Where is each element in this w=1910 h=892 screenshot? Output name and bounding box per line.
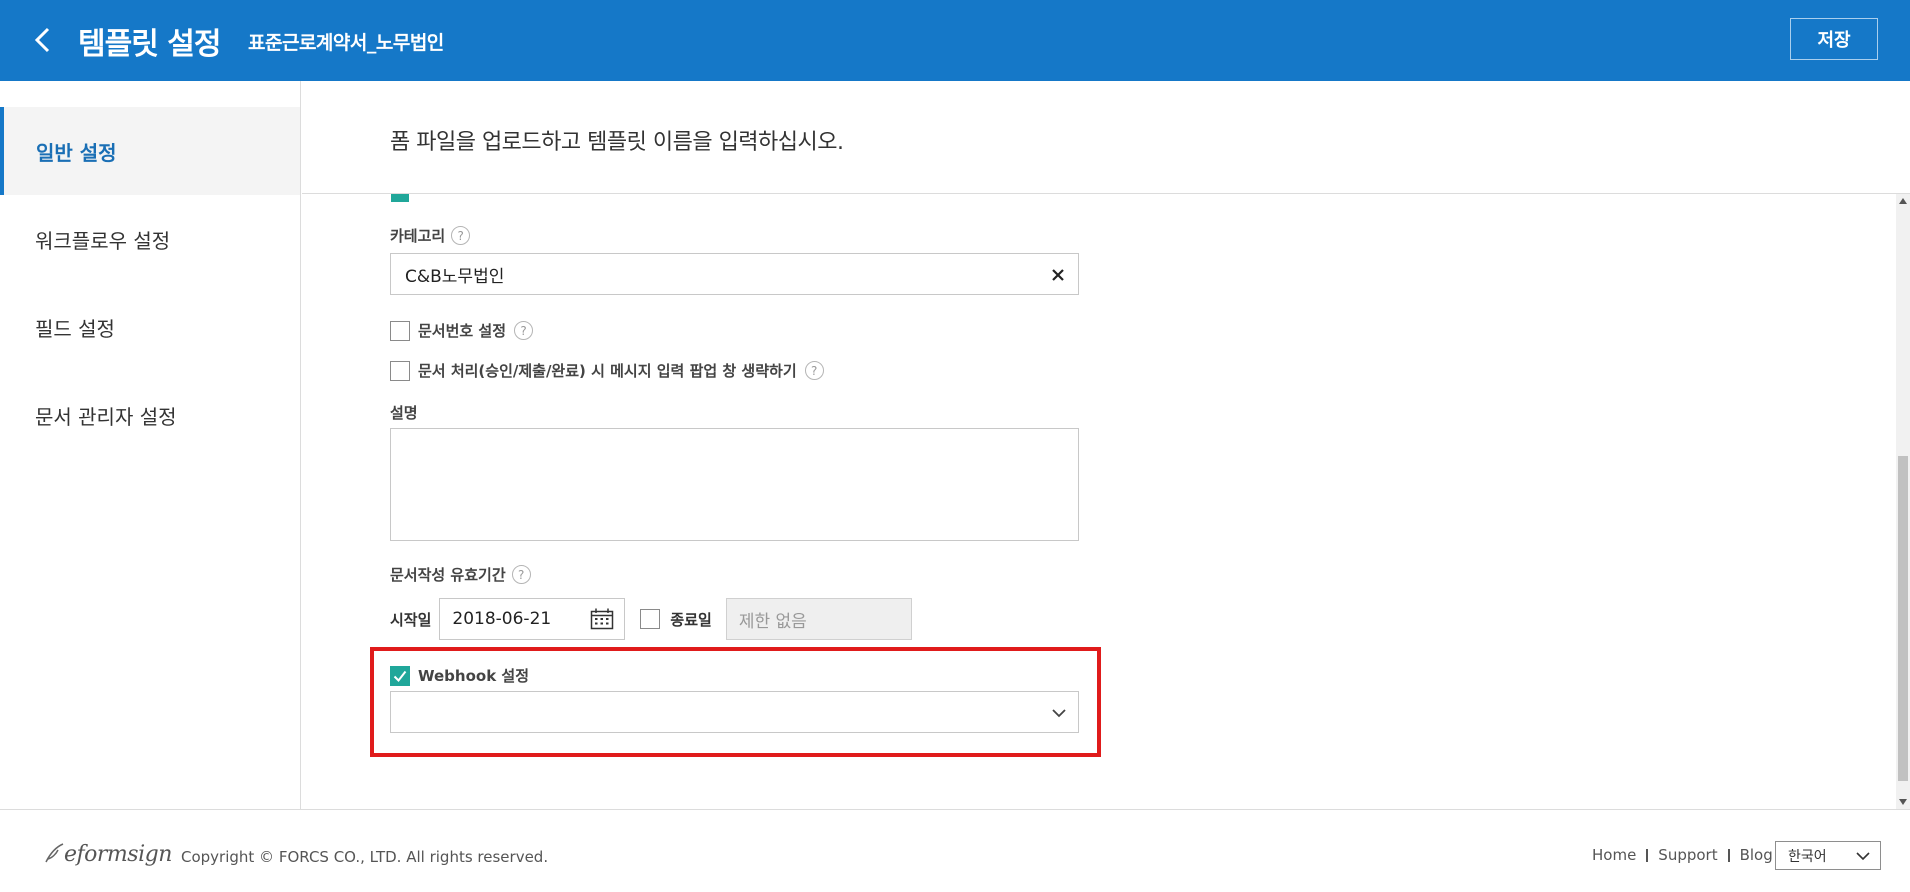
help-icon[interactable]: ? (511, 565, 531, 584)
chevron-left-icon (34, 27, 50, 53)
validity-label: 문서작성 유효기간 (390, 566, 506, 584)
validity-date-row: 시작일 2018-06-21 종료일 제한 없음 (390, 598, 912, 640)
end-date-input: 제한 없음 (725, 598, 912, 640)
skip-popup-checkbox[interactable] (390, 360, 410, 381)
back-button[interactable] (28, 22, 58, 58)
sidebar-item-label: 필드 설정 (35, 316, 115, 341)
help-icon[interactable]: ? (451, 226, 471, 245)
footer-link-support[interactable]: Support (1658, 846, 1717, 864)
help-icon[interactable]: ? (804, 361, 824, 380)
sidebar-item-workflow[interactable]: 워크플로우 설정 (0, 195, 300, 283)
description-label: 설명 (390, 404, 418, 422)
sidebar-item-fields[interactable]: 필드 설정 (0, 283, 300, 371)
end-date-group: 종료일 제한 없음 (640, 598, 912, 640)
category-input[interactable]: C&B노무법인 (390, 253, 1079, 295)
page-title: 템플릿 설정 (78, 27, 221, 62)
page: 템플릿 설정 표준근로계약서_노무법인 저장 일반 설정 워크플로우 설정 필드… (0, 0, 1910, 892)
arrow-down-icon (1899, 799, 1907, 805)
check-icon (393, 670, 407, 682)
section-header: 폼 파일을 업로드하고 템플릿 이름을 입력하십시오. (302, 81, 1910, 194)
scroll-down-button[interactable] (1896, 795, 1910, 809)
clear-icon[interactable] (1048, 265, 1068, 285)
settings-form: 카테고리 ? C&B노무법인 문서번호 설정 ? 문서 처리(승인/제출/완료)… (302, 194, 1896, 809)
chevron-down-icon (1856, 852, 1870, 861)
arrow-up-icon (1899, 198, 1907, 204)
footer: eformsign Copyright © FORCS CO., LTD. Al… (0, 809, 1910, 892)
end-date-label: 종료일 (670, 610, 712, 629)
category-value: C&B노무법인 (405, 266, 505, 287)
language-value: 한국어 (1788, 848, 1827, 865)
instruction-text: 폼 파일을 업로드하고 템플릿 이름을 입력하십시오. (390, 130, 844, 155)
validity-label-row: 문서작성 유효기간 ? (390, 564, 531, 585)
scroll-up-button[interactable] (1896, 194, 1910, 208)
sidebar-item-general[interactable]: 일반 설정 (0, 107, 300, 195)
help-icon[interactable]: ? (514, 321, 534, 340)
sidebar-item-doc-manager[interactable]: 문서 관리자 설정 (0, 371, 300, 459)
copyright-text: Copyright © FORCS CO., LTD. All rights r… (181, 848, 549, 866)
logo-feather-icon (45, 843, 64, 863)
sidebar-item-label: 워크플로우 설정 (35, 228, 171, 253)
sidebar-item-label: 문서 관리자 설정 (35, 404, 177, 429)
footer-links: Home Support Blog (1592, 846, 1773, 864)
sidebar: 일반 설정 워크플로우 설정 필드 설정 문서 관리자 설정 (0, 81, 301, 810)
footer-link-home[interactable]: Home (1592, 846, 1636, 864)
doc-number-label: 문서번호 설정 (418, 322, 507, 340)
start-date-value: 2018-06-21 (452, 609, 552, 629)
save-button[interactable]: 저장 (1790, 18, 1878, 60)
end-date-placeholder: 제한 없음 (738, 611, 807, 632)
scroll-thumb[interactable] (1898, 456, 1908, 781)
category-label-row: 카테고리 ? (390, 225, 471, 246)
partially-hidden-checkbox[interactable] (391, 194, 409, 202)
footer-link-blog[interactable]: Blog (1740, 846, 1773, 864)
end-date-checkbox[interactable] (640, 609, 661, 629)
webhook-checkbox[interactable] (390, 665, 410, 686)
logo-text: eformsign (64, 842, 172, 867)
eformsign-logo: eformsign (44, 842, 172, 867)
skip-popup-row: 문서 처리(승인/제출/완료) 시 메시지 입력 팝업 창 생략하기 ? (390, 360, 824, 381)
doc-number-row: 문서번호 설정 ? (390, 320, 534, 341)
doc-number-checkbox[interactable] (390, 320, 410, 341)
category-label: 카테고리 (390, 227, 446, 245)
start-date-label: 시작일 (390, 610, 432, 629)
start-date-input[interactable]: 2018-06-21 (439, 598, 626, 640)
sidebar-item-label: 일반 설정 (36, 140, 117, 165)
language-select[interactable]: 한국어 (1775, 841, 1881, 870)
webhook-select[interactable] (390, 691, 1079, 733)
chevron-down-icon (1052, 709, 1066, 718)
description-textarea[interactable] (390, 428, 1079, 541)
calendar-icon[interactable] (590, 608, 614, 630)
webhook-row: Webhook 설정 (390, 665, 529, 686)
webhook-label: Webhook 설정 (418, 667, 530, 685)
link-separator (1727, 848, 1730, 862)
template-name: 표준근로계약서_노무법인 (248, 32, 444, 54)
top-header: 템플릿 설정 표준근로계약서_노무법인 저장 (0, 0, 1910, 81)
vertical-scrollbar[interactable] (1896, 194, 1910, 809)
link-separator (1646, 848, 1649, 862)
skip-popup-label: 문서 처리(승인/제출/완료) 시 메시지 입력 팝업 창 생략하기 (418, 362, 797, 380)
